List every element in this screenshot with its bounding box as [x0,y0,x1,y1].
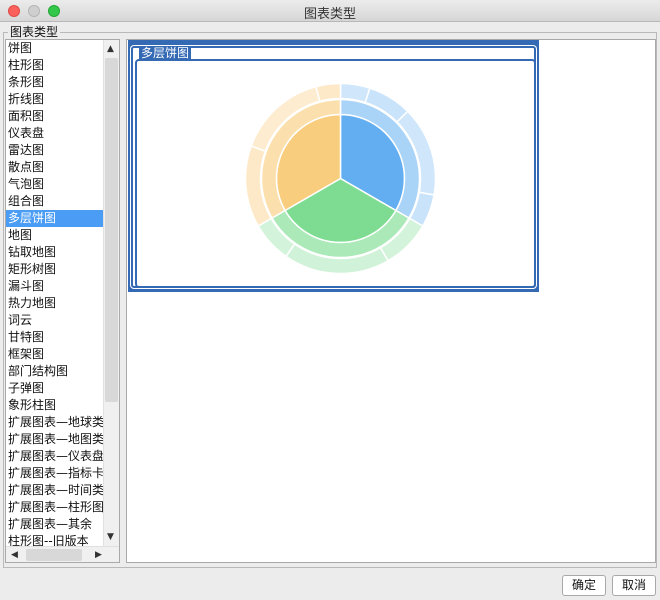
horizontal-scrollbar[interactable]: ◀ ▶ [6,546,119,562]
chart-type-item[interactable]: 钻取地图 [6,244,103,261]
chart-type-item[interactable]: 扩展图表—地球类 [6,414,103,431]
scroll-right-icon[interactable]: ▶ [95,549,102,561]
scroll-left-icon[interactable]: ◀ [11,549,18,561]
chart-type-item[interactable]: 部门结构图 [6,363,103,380]
chart-preview-canvas [135,59,536,288]
chart-type-item[interactable]: 地图 [6,227,103,244]
chart-type-item[interactable]: 扩展图表—时间类 [6,482,103,499]
group-legend: 图表类型 [8,23,61,40]
chart-type-item[interactable]: 饼图 [6,40,103,57]
cancel-button[interactable]: 取消 [612,575,656,596]
chart-type-item[interactable]: 框架图 [6,346,103,363]
scroll-down-icon[interactable]: ▼ [107,531,114,543]
title-bar: 图表类型 [0,0,660,22]
chart-type-item[interactable]: 漏斗图 [6,278,103,295]
chart-type-item[interactable]: 仪表盘 [6,125,103,142]
multi-layer-pie-icon [244,82,437,275]
chart-type-item[interactable]: 柱形图 [6,57,103,74]
chart-type-item[interactable]: 面积图 [6,108,103,125]
scroll-up-icon[interactable]: ▲ [107,43,114,55]
chart-type-item[interactable]: 热力地图 [6,295,103,312]
preview-card-title: 多层饼图 [139,46,192,60]
chart-type-item[interactable]: 多层饼图 [6,210,103,227]
chart-type-item[interactable]: 扩展图表—仪表盘 [6,448,103,465]
chart-type-item[interactable]: 柱形图--旧版本 [6,533,103,546]
chart-type-item[interactable]: 象形柱图 [6,397,103,414]
pie-outer-slice [314,82,342,103]
chart-type-item[interactable]: 扩展图表—柱形图 [6,499,103,516]
chart-type-item[interactable]: 扩展图表—地图类 [6,431,103,448]
chart-type-item[interactable]: 组合图 [6,193,103,210]
chart-type-item[interactable]: 子弹图 [6,380,103,397]
chart-type-item[interactable]: 散点图 [6,159,103,176]
chart-type-item[interactable]: 气泡图 [6,176,103,193]
vertical-scroll-thumb[interactable] [105,58,118,402]
chart-type-item[interactable]: 词云 [6,312,103,329]
window-title: 图表类型 [303,7,356,22]
chart-type-list[interactable]: 饼图 柱形图 条形图 折线图 面积图 仪表盘 雷达图 散点图 气泡图 组合图 多层饼图 地图 钻取地图矩… [5,39,120,563]
multi-layer-pie-preview [243,81,438,276]
chart-type-item[interactable]: 矩形树图 [6,261,103,278]
chart-preview-frame: 多层饼图 [131,46,536,288]
ok-button[interactable]: 确定 [562,575,606,596]
chart-type-item[interactable]: 折线图 [6,91,103,108]
chart-type-item[interactable]: 雷达图 [6,142,103,159]
chart-preview-card[interactable]: 多层饼图 [128,40,539,292]
vertical-scrollbar[interactable]: ▲ ▼ [103,40,119,546]
chart-type-item[interactable]: 甘特图 [6,329,103,346]
chart-type-item[interactable]: 扩展图表—其余 [6,516,103,533]
chart-type-item[interactable]: 扩展图表—指标卡 [6,465,103,482]
chart-type-list-items: 饼图 柱形图 条形图 折线图 面积图 仪表盘 雷达图 散点图 气泡图 组合图 多层饼图 地图 钻取地图矩… [6,40,103,546]
chart-type-item[interactable]: 条形图 [6,74,103,91]
horizontal-scroll-thumb[interactable] [26,549,82,561]
